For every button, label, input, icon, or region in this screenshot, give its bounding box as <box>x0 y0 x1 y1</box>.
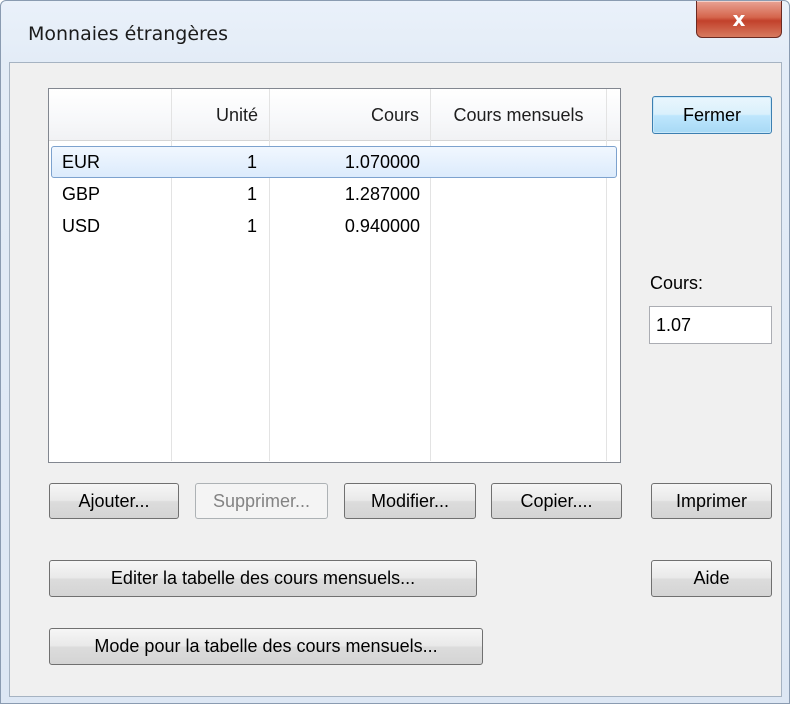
column-gridline <box>430 89 431 461</box>
column-header-unit[interactable]: Unité <box>172 89 268 141</box>
cell-unit: 1 <box>246 184 257 204</box>
close-icon: x <box>732 7 746 31</box>
cell-monthly-rates <box>432 147 607 177</box>
edit-monthly-rates-button[interactable]: Editer la tabelle des cours mensuels... <box>49 560 477 597</box>
cell-currency: EUR <box>62 152 101 172</box>
monthly-rates-mode-button[interactable]: Mode pour la tabelle des cours mensuels.… <box>49 628 483 665</box>
cell-unit: 1 <box>246 216 257 236</box>
column-gridline <box>269 89 270 461</box>
copy-button[interactable]: Copier.... <box>491 483 622 519</box>
list-header: Unité Cours Cours mensuels <box>49 89 620 141</box>
table-row[interactable]: EUR 1 1.070000 <box>51 146 617 178</box>
cell-monthly-rates <box>432 179 607 209</box>
window-close-button[interactable]: x <box>696 1 782 38</box>
cell-rate: 1.287000 <box>344 184 420 204</box>
dialog-client-area: Unité Cours Cours mensuels EUR 1 1.07000… <box>9 62 782 697</box>
table-row[interactable]: USD 1 0.940000 <box>51 211 617 243</box>
rate-label: Cours: <box>650 273 704 293</box>
print-button[interactable]: Imprimer <box>651 483 772 519</box>
cell-rate: 0.940000 <box>344 216 420 236</box>
cell-unit: 1 <box>246 152 257 172</box>
cell-currency: GBP <box>62 184 101 204</box>
close-dialog-button[interactable]: Fermer <box>652 96 772 134</box>
help-button[interactable]: Aide <box>651 560 772 597</box>
cell-currency: USD <box>62 216 101 236</box>
delete-button[interactable]: Supprimer... <box>195 483 328 519</box>
dialog-window: Monnaies étrangères x Unité Cours Cours … <box>0 0 790 704</box>
currency-list[interactable]: Unité Cours Cours mensuels EUR 1 1.07000… <box>48 88 621 463</box>
modify-button[interactable]: Modifier... <box>344 483 476 519</box>
column-header-rate[interactable]: Cours <box>270 89 430 141</box>
rate-input[interactable]: 1.07 <box>649 306 772 344</box>
add-button[interactable]: Ajouter... <box>49 483 179 519</box>
table-row[interactable]: GBP 1 1.287000 <box>51 179 617 211</box>
column-header-monthly-rates[interactable]: Cours mensuels <box>431 89 606 141</box>
column-gridline <box>171 89 172 461</box>
cell-rate: 1.070000 <box>344 152 420 172</box>
column-gridline <box>606 89 607 461</box>
column-header-currency[interactable] <box>49 89 171 141</box>
cell-monthly-rates <box>432 211 607 241</box>
window-title: Monnaies étrangères <box>28 23 229 45</box>
